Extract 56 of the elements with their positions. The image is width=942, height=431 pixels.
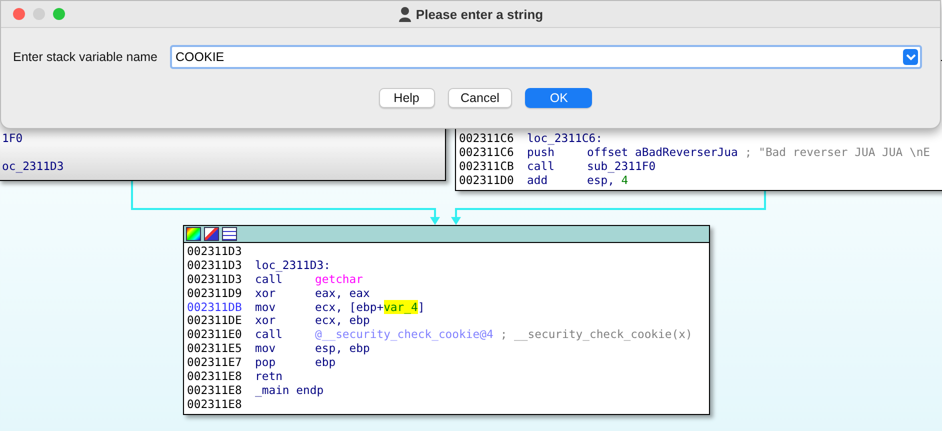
address[interactable]: 002311E8 — [187, 384, 255, 398]
mnemonic: add — [527, 174, 549, 188]
operand: 1F0 — [2, 132, 23, 146]
mnemonic: pop — [255, 356, 277, 370]
address[interactable]: 002311DB — [187, 300, 255, 314]
mnemonic: push — [527, 146, 554, 160]
mnemonic: mov — [255, 300, 277, 314]
address[interactable]: 002311D9 — [187, 286, 255, 301]
address[interactable]: 002311D0 — [459, 174, 527, 188]
code-comment: ; "Bad reverser JUA JUA \nE — [744, 146, 930, 160]
address[interactable]: 002311D3 — [187, 258, 255, 273]
mnemonic: xor — [255, 314, 277, 328]
operand: esp, ebp — [315, 342, 370, 356]
mnemonic: mov — [255, 342, 277, 356]
code-label: loc_2311D3: — [255, 258, 330, 273]
address[interactable]: 002311E0 — [187, 328, 255, 342]
field-label: Enter stack variable name — [13, 50, 158, 64]
operand: ecx, ebp — [315, 314, 370, 328]
mnemonic: call — [527, 160, 556, 174]
avatar-icon — [398, 6, 412, 22]
operand: @__security_check_cookie@4 — [315, 328, 494, 342]
address[interactable]: 002311D3 — [187, 245, 255, 259]
operand: offset aBadReverserJua — [587, 146, 738, 160]
dialog-button[interactable]: Help — [378, 88, 435, 108]
dialog-button[interactable]: Cancel — [448, 88, 512, 108]
operand: oc_2311D3 — [2, 160, 64, 174]
code-label: loc_2311C6: — [527, 132, 602, 146]
address[interactable]: 002311E5 — [187, 342, 255, 356]
address[interactable]: 002311C6 — [459, 132, 527, 146]
code-label: _main endp — [255, 384, 324, 398]
dropdown-icon[interactable] — [903, 49, 918, 65]
operand: esp, 4 — [587, 174, 628, 188]
close-button[interactable] — [13, 8, 25, 20]
operand: ecx, [ebp+var_4] — [315, 300, 425, 314]
address[interactable]: 002311CB — [459, 160, 527, 174]
variable-name-field[interactable]: COOKIE — [170, 45, 922, 69]
address[interactable]: 002311E7 — [187, 356, 255, 370]
address[interactable]: 002311E8 — [187, 370, 255, 384]
operand: sub_2311F0 — [587, 160, 656, 174]
dialog-button[interactable]: OK — [525, 88, 592, 108]
address[interactable]: 002311C6 — [459, 146, 527, 160]
mnemonic: call — [255, 328, 284, 342]
mnemonic: xor — [255, 286, 277, 301]
address[interactable]: 002311E8 — [187, 398, 255, 412]
mnemonic: retn — [255, 370, 284, 384]
operand: eax, eax — [315, 286, 370, 301]
palette-icon[interactable] — [186, 227, 201, 241]
code-comment: ; __security_check_cookie(x) — [500, 328, 692, 342]
mnemonic: call — [255, 272, 282, 287]
pencil-icon[interactable] — [204, 227, 219, 241]
graph-icon[interactable] — [222, 227, 237, 241]
operand: getchar — [315, 272, 364, 287]
address[interactable]: 002311DE — [187, 314, 255, 328]
window-title: Please enter a string — [416, 6, 544, 22]
address[interactable]: 002311D3 — [187, 272, 255, 287]
operand: ebp — [315, 356, 336, 370]
